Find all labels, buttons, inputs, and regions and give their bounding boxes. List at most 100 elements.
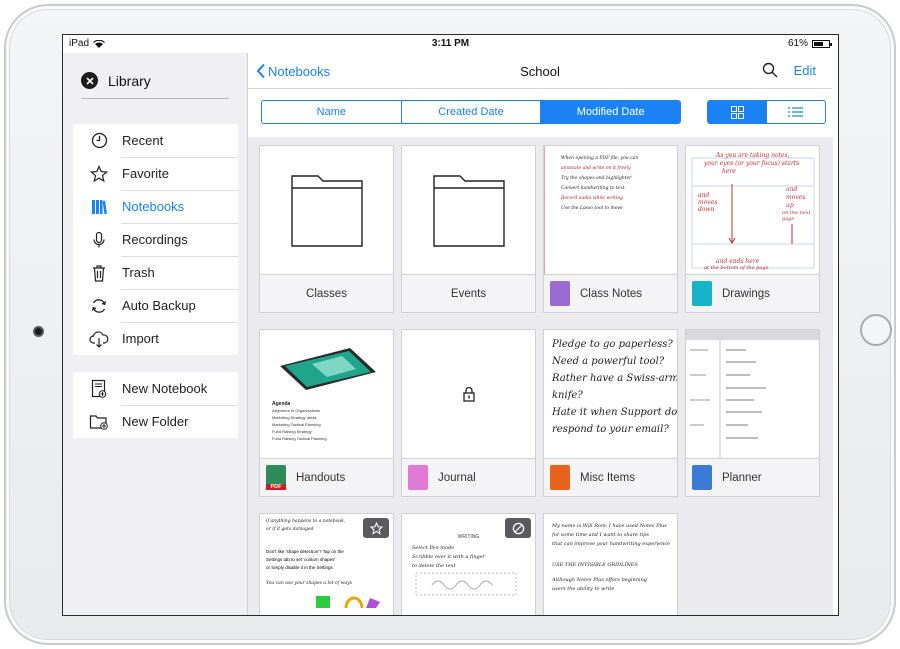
- notebook-card[interactable]: As you are taking notes, your eyes (or y…: [685, 145, 820, 313]
- item-label: Classes: [306, 287, 347, 300]
- nav-bar: Notebooks School Edit: [248, 53, 832, 89]
- page-title: School: [520, 64, 560, 79]
- sort-tab-modified-date[interactable]: Modified Date: [540, 101, 680, 123]
- pdf-badge: PDF: [266, 484, 286, 490]
- notebook-cover-icon: [408, 465, 428, 490]
- notebook-thumbnail: [686, 330, 819, 458]
- sidebar-item-recordings[interactable]: Recordings: [73, 223, 238, 256]
- preview-line: When opening a PDF file, you can: [561, 156, 639, 161]
- close-icon[interactable]: [81, 72, 98, 89]
- edit-button[interactable]: Edit: [794, 63, 816, 78]
- sidebar: Library Recent Favorite Notebooks Record…: [63, 53, 247, 615]
- notebook-thumbnail: [402, 330, 535, 458]
- sidebar-item-auto-backup[interactable]: Auto Backup: [73, 289, 238, 322]
- notebook-card[interactable]: WRITING Select Pen mode Scribble over it…: [401, 513, 536, 615]
- preview-line: at the bottom of the page: [704, 265, 769, 271]
- new-notebook-button[interactable]: New Notebook: [73, 372, 238, 405]
- new-notebook-label: New Notebook: [122, 381, 208, 396]
- item-label: Events: [450, 287, 487, 300]
- preview-line: moves: [698, 199, 718, 206]
- front-camera: [33, 326, 44, 337]
- preview-line: Hate it when Support don't: [552, 407, 677, 418]
- library-title: Library: [108, 72, 151, 89]
- notebook-cover-icon: [692, 281, 712, 306]
- preview-line: Although Notes Plus offers beginning: [552, 577, 648, 583]
- preview-line: users the ability to write: [552, 586, 615, 592]
- folder-icon: [433, 175, 505, 247]
- pdf-cover-icon: PDF: [266, 465, 286, 490]
- view-mode-control: [707, 100, 826, 124]
- preview-line: You can use your shapes a lot of ways: [266, 581, 353, 586]
- folder-card[interactable]: Events: [401, 145, 536, 313]
- grid-view-button[interactable]: [708, 101, 767, 123]
- handout-item: Alignment of Organizations: [272, 408, 321, 413]
- sort-tab-created-date[interactable]: Created Date: [400, 101, 541, 123]
- notebook-thumbnail: When opening a PDF file, you can annotat…: [544, 146, 677, 274]
- notebook-cover-icon: [550, 281, 570, 306]
- preview-line: Select Pen mode: [412, 545, 455, 551]
- sidebar-item-label: Recent: [122, 133, 164, 148]
- folder-card[interactable]: Classes: [259, 145, 394, 313]
- notebook-card[interactable]: Journal: [401, 329, 536, 497]
- sidebar-item-label: Trash: [122, 265, 155, 280]
- notebook-card[interactable]: if anything happens to a notebook, or if…: [259, 513, 394, 615]
- sort-segmented-control: Name Created Date Modified Date: [261, 100, 681, 124]
- planner-preview: [686, 330, 819, 458]
- notebook-card[interactable]: My name is Will Rom. I have used Notes P…: [543, 513, 678, 615]
- pdf-card[interactable]: Agenda Alignment of Organizations Market…: [259, 329, 394, 497]
- notebook-thumbnail: My name is Will Rom. I have used Notes P…: [544, 514, 677, 615]
- preview-line: annotate and write on it freely: [561, 166, 631, 171]
- sidebar-item-label: Favorite: [122, 166, 169, 181]
- screen: iPad 3:11 PM 61% Library Recent Favorite: [62, 34, 839, 616]
- sidebar-item-recent[interactable]: Recent: [73, 124, 238, 157]
- library-menu: Recent Favorite Notebooks Recordings Tra…: [73, 124, 238, 355]
- main-content: Notebooks School Edit Name Created Date …: [247, 53, 833, 615]
- battery-icon: [812, 39, 832, 48]
- status-bar: iPad 3:11 PM 61%: [63, 35, 838, 53]
- preview-line: knife?: [552, 390, 583, 401]
- create-menu: New Notebook New Folder: [73, 372, 238, 438]
- new-folder-button[interactable]: New Folder: [73, 405, 238, 438]
- tablet-image: [280, 348, 376, 390]
- preview-line: Need a powerful tool?: [552, 356, 665, 367]
- preview-line: and: [698, 192, 710, 199]
- disabled-badge[interactable]: [505, 518, 531, 538]
- handout-item: Marketing Tactical Planning: [272, 422, 321, 427]
- preview-line: on the next page: [782, 210, 811, 222]
- notebook-card[interactable]: When opening a PDF file, you can annotat…: [543, 145, 678, 313]
- preview-line: for some time and I want to share tips: [552, 532, 649, 538]
- cloud-download-icon: [89, 329, 109, 349]
- sidebar-item-label: Auto Backup: [122, 298, 196, 313]
- folder-thumbnail: [402, 146, 535, 274]
- library-header: Library: [81, 63, 229, 99]
- search-icon[interactable]: [762, 62, 778, 78]
- new-folder-icon: [89, 412, 109, 432]
- sidebar-item-trash[interactable]: Trash: [73, 256, 238, 289]
- notebook-cover-icon: [550, 465, 570, 490]
- item-label: Misc Items: [580, 471, 635, 484]
- star-icon: [369, 521, 383, 535]
- sidebar-item-favorite[interactable]: Favorite: [73, 157, 238, 190]
- clock-icon: [89, 131, 109, 151]
- preview-line: that can improve your handwriting experi…: [552, 541, 671, 547]
- preview-line: Settings tab to set 'custom shapes': [266, 557, 336, 562]
- battery-percent: 61%: [787, 38, 808, 49]
- sort-tab-name[interactable]: Name: [262, 101, 401, 123]
- list-view-button[interactable]: [767, 101, 826, 123]
- home-button[interactable]: [860, 314, 892, 346]
- sidebar-item-import[interactable]: Import: [73, 322, 238, 355]
- preview-line: Convert handwriting to text: [561, 186, 625, 191]
- sidebar-item-notebooks[interactable]: Notebooks: [73, 190, 238, 223]
- new-folder-label: New Folder: [122, 414, 189, 429]
- preview-line: My name is Will Rom. I have used Notes P…: [552, 523, 667, 529]
- preview-line: moves: [786, 194, 806, 201]
- notebook-card[interactable]: Planner: [685, 329, 820, 497]
- item-label: Drawings: [722, 287, 770, 300]
- star-icon: [89, 164, 109, 184]
- notebook-card[interactable]: Pledge to go paperless? Need a powerful …: [543, 329, 678, 497]
- trash-icon: [89, 263, 109, 283]
- preview-line: Rather have a Swiss-army: [552, 373, 677, 384]
- favorite-badge[interactable]: [363, 518, 389, 538]
- notebook-cover-icon: [692, 465, 712, 490]
- microphone-icon: [89, 230, 109, 250]
